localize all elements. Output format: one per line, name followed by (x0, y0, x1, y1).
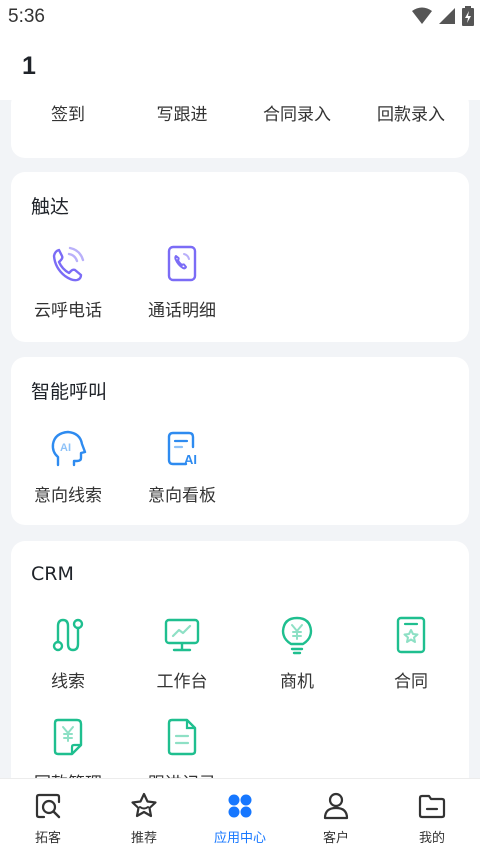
status-bar: 5:36 (0, 0, 480, 34)
tab-mine-label: 我的 (418, 831, 445, 846)
lightbulb-yen-icon (281, 616, 313, 655)
app-payment-management[interactable]: 回款管理 (11, 715, 125, 778)
tab-app-center-label: 应用中心 (213, 831, 266, 846)
tab-app-center[interactable]: 应用中心 (192, 779, 288, 854)
tab-prospecting-label: 拓客 (34, 831, 61, 846)
app-follow-up-records-label: 跟进记录 (125, 769, 239, 778)
star-icon (131, 792, 157, 818)
tab-customers[interactable]: 客户 (288, 779, 384, 854)
app-header: 1 (0, 34, 480, 100)
app-workbench[interactable]: 工作台 (125, 613, 239, 692)
svg-text:AI: AI (184, 452, 197, 467)
app-contracts-label: 合同 (394, 672, 428, 692)
battery-icon (462, 6, 474, 26)
app-intent-leads-label: 意向线索 (34, 486, 102, 506)
app-payment-management-label: 回款管理 (11, 769, 125, 778)
app-opportunities-label: 商机 (280, 672, 314, 692)
page-title: 1 (22, 52, 36, 80)
tab-customers-label: 客户 (322, 831, 349, 846)
tab-mine[interactable]: 我的 (384, 779, 480, 854)
call-log-icon (167, 245, 197, 282)
crm-title: CRM (31, 563, 74, 585)
quick-action-contract-entry[interactable]: 合同录入 (240, 100, 354, 125)
quick-action-check-in[interactable]: 签到 (11, 100, 125, 125)
quick-actions-card: 签到 写跟进 合同录入 回款录入 (11, 100, 469, 158)
leads-path-icon (52, 618, 84, 652)
app-leads[interactable]: 线索 (11, 613, 125, 692)
phone-call-icon (52, 246, 85, 282)
smart-call-card: 智能呼叫 AI 意向线索 AI 意向看板 (11, 357, 469, 525)
app-call-details-label: 通话明细 (148, 301, 216, 321)
app-intent-board[interactable]: AI 意向看板 (125, 427, 239, 506)
contract-badge-icon (396, 616, 426, 654)
search-box-icon (35, 793, 61, 819)
app-intent-leads[interactable]: AI 意向线索 (11, 427, 125, 506)
content-scroll[interactable]: 签到 写跟进 合同录入 回款录入 触达 云呼电话 通话明细 智能呼叫 AI 意向… (0, 100, 480, 778)
app-call-details[interactable]: 通话明细 (125, 242, 239, 321)
app-opportunities[interactable]: 商机 (240, 613, 354, 692)
tab-recommend-label: 推荐 (130, 831, 157, 846)
person-icon (323, 792, 349, 820)
svg-text:AI: AI (60, 442, 71, 454)
wifi-icon (412, 7, 432, 24)
quick-action-payment-entry[interactable]: 回款录入 (354, 100, 468, 125)
reach-card: 触达 云呼电话 通话明细 (11, 172, 469, 342)
app-leads-label: 线索 (51, 672, 85, 692)
reach-title: 触达 (31, 196, 70, 218)
monitor-chart-icon (164, 618, 200, 652)
quick-action-write-follow-up[interactable]: 写跟进 (125, 100, 239, 125)
app-grid-icon (228, 794, 252, 818)
app-cloud-call[interactable]: 云呼电话 (11, 242, 125, 321)
ai-document-icon: AI (167, 431, 197, 467)
smart-call-title: 智能呼叫 (31, 381, 108, 403)
ai-head-icon: AI (51, 430, 87, 467)
status-time: 5:36 (8, 6, 45, 27)
app-follow-up-records[interactable]: 跟进记录 (125, 715, 239, 778)
app-contracts[interactable]: 合同 (354, 613, 468, 692)
status-icons (412, 6, 474, 26)
signal-icon (439, 8, 455, 24)
tab-recommend[interactable]: 推荐 (96, 779, 192, 854)
app-intent-board-label: 意向看板 (148, 486, 216, 506)
app-workbench-label: 工作台 (156, 672, 208, 692)
app-cloud-call-label: 云呼电话 (34, 301, 102, 321)
folder-icon (418, 794, 446, 819)
bottom-tab-bar: 拓客 推荐 应用中心 客户 我的 (0, 778, 480, 854)
document-lines-icon (167, 718, 197, 756)
tab-prospecting[interactable]: 拓客 (0, 779, 96, 854)
payment-doc-icon (53, 718, 83, 756)
crm-card: CRM 线索 工作台 商机 合同 (11, 541, 469, 778)
